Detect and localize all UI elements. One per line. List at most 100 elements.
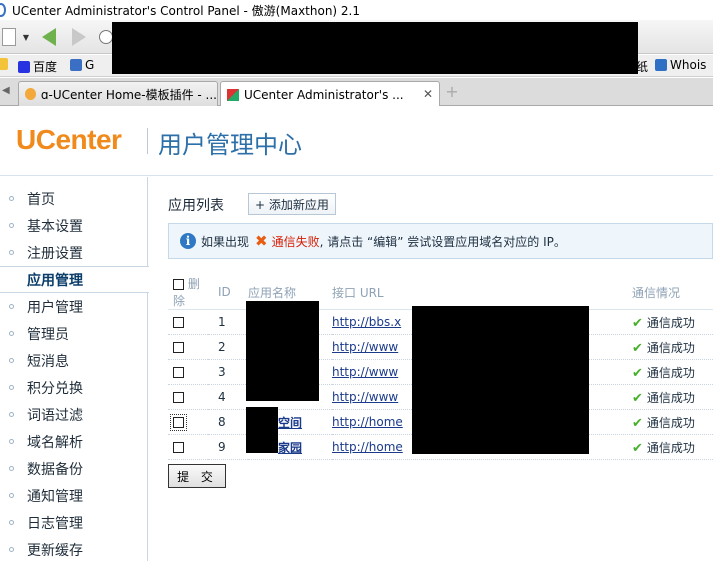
back-arrow-icon	[42, 28, 56, 46]
id-header: ID	[208, 275, 248, 310]
status-text: 通信成功	[646, 415, 695, 430]
check-icon: ✔	[632, 315, 643, 331]
row-id: 3	[208, 359, 248, 385]
row-delete-checkbox[interactable]	[173, 317, 184, 328]
ucenter-logo: UCenter	[16, 124, 122, 155]
window-title: UCenter Administrator's Control Panel - …	[12, 3, 361, 18]
bullet-icon	[9, 331, 14, 336]
app-name-link[interactable]: 家园	[278, 441, 302, 455]
status-text: 通信成功	[646, 315, 695, 330]
bullet-icon	[9, 250, 14, 255]
sidebar-item-logs[interactable]: 日志管理	[0, 509, 148, 536]
check-icon: ✔	[632, 440, 643, 456]
sidebar-item-user-management[interactable]: 用户管理	[0, 293, 148, 320]
notice-suffix: , 请点击 “编辑” 尝试设置应用域名对应的 IP。	[319, 234, 566, 249]
page-icon	[2, 28, 16, 46]
tab-favicon	[227, 88, 239, 101]
app-url-link[interactable]: http://bbs.x	[332, 315, 401, 329]
new-page-button[interactable]	[0, 26, 18, 48]
bullet-icon	[9, 223, 14, 228]
sidebar-item-label: 应用管理	[27, 272, 83, 289]
sidebar: 首页 基本设置 注册设置 应用管理 用户管理 管理员 短消息 积分兑换 词语过滤…	[0, 177, 149, 561]
notice-bar: i 如果出现 ✖ 通信失败 , 请点击 “编辑” 尝试设置应用域名对应的 IP。	[168, 223, 713, 259]
redaction-block-address	[112, 22, 638, 74]
favorite-item-google[interactable]: G	[70, 58, 94, 72]
row-delete-checkbox[interactable]	[173, 342, 184, 353]
sidebar-item-label: 通知管理	[27, 488, 83, 505]
sidebar-item-word-filter[interactable]: 词语过滤	[0, 401, 148, 428]
sidebar-item-label: 积分兑换	[27, 380, 83, 397]
page-header: UCenter 用户管理中心	[0, 106, 713, 176]
section-title: 应用列表	[168, 198, 224, 214]
app-url-link[interactable]: http://www	[332, 390, 398, 404]
sidebar-item-label: 注册设置	[27, 245, 83, 262]
check-icon: ✔	[632, 365, 643, 381]
close-icon[interactable]: ✕	[423, 87, 433, 101]
row-delete-checkbox[interactable]	[173, 442, 184, 453]
select-all-checkbox[interactable]	[173, 279, 184, 290]
bullet-icon	[9, 466, 14, 471]
favorite-item-whois[interactable]: Whois	[655, 58, 706, 72]
sidebar-item-update-cache[interactable]: 更新缓存	[0, 536, 148, 561]
new-page-dropdown[interactable]: ▼	[21, 26, 31, 48]
forward-button[interactable]	[68, 26, 90, 48]
sidebar-item-home[interactable]: 首页	[0, 185, 148, 212]
app-url-link[interactable]: http://www	[332, 365, 398, 379]
page-subtitle: 用户管理中心	[158, 131, 302, 159]
tab-scroll-left-icon[interactable]: ◀	[2, 85, 10, 96]
bullet-icon	[9, 520, 14, 525]
row-id: 4	[208, 384, 248, 410]
favorite-item-partial[interactable]	[0, 58, 8, 70]
sidebar-item-dns[interactable]: 域名解析	[0, 428, 148, 455]
back-button[interactable]	[38, 26, 60, 48]
favorite-label: Whois	[670, 58, 707, 72]
sidebar-item-notifications[interactable]: 通知管理	[0, 482, 148, 509]
sidebar-item-label: 首页	[27, 191, 55, 208]
app-url-link[interactable]: http://www	[332, 340, 398, 354]
sidebar-item-messages[interactable]: 短消息	[0, 347, 148, 374]
app-name-link[interactable]: 空间	[278, 416, 302, 430]
logo-divider	[147, 128, 148, 154]
row-delete-checkbox[interactable]	[173, 392, 184, 403]
app-url-link[interactable]: http://home	[332, 415, 403, 429]
sidebar-item-label: 词语过滤	[27, 407, 83, 424]
status-text: 通信成功	[646, 365, 695, 380]
tab-label: UCenter Administrator's ...	[244, 87, 404, 102]
favorite-label: G	[85, 58, 95, 72]
add-app-button[interactable]: + 添加新应用	[248, 193, 336, 215]
window-title-bar: UCenter Administrator's Control Panel - …	[0, 0, 713, 20]
row-id: 1	[208, 309, 248, 335]
sidebar-item-backup[interactable]: 数据备份	[0, 455, 148, 482]
notice-prefix: 如果出现	[201, 234, 250, 249]
redaction-block-urls	[412, 306, 589, 454]
redaction-block-names	[246, 301, 319, 401]
row-delete-checkbox[interactable]	[170, 414, 187, 431]
sidebar-item-credit-exchange[interactable]: 积分兑换	[0, 374, 148, 401]
bullet-icon	[9, 412, 14, 417]
bullet-icon	[9, 304, 14, 309]
bullet-icon	[9, 439, 14, 444]
redaction-block-names-small	[246, 407, 278, 453]
sidebar-item-basic-settings[interactable]: 基本设置	[0, 212, 148, 239]
tab-ucenter-home[interactable]: ɑ-UCenter Home-模板插件 - ...	[18, 81, 218, 106]
row-delete-checkbox[interactable]	[173, 367, 184, 378]
favorite-item-baidu[interactable]: 百度	[18, 58, 57, 75]
baidu-paw-icon	[18, 60, 30, 73]
new-tab-plus-icon[interactable]: +	[443, 84, 461, 102]
tab-bar: ◀ ɑ-UCenter Home-模板插件 - ... UCenter Admi…	[0, 78, 713, 107]
sidebar-item-admins[interactable]: 管理员	[0, 320, 148, 347]
favorite-icon	[0, 58, 8, 70]
tab-label: ɑ-UCenter Home-模板插件 - ...	[40, 87, 217, 102]
sidebar-item-label: 日志管理	[27, 515, 83, 532]
whois-icon	[655, 59, 667, 71]
app-url-link[interactable]: http://home	[332, 440, 403, 454]
sidebar-item-label: 域名解析	[27, 434, 83, 451]
submit-button[interactable]: 提 交	[168, 464, 226, 488]
info-icon: i	[180, 233, 196, 249]
chevron-down-icon: ▼	[22, 32, 30, 42]
sidebar-item-register-settings[interactable]: 注册设置	[0, 239, 148, 266]
bullet-icon	[9, 196, 14, 201]
tab-ucenter-admin[interactable]: UCenter Administrator's ... ✕	[220, 81, 440, 107]
sidebar-item-app-management[interactable]: 应用管理	[0, 266, 149, 293]
sidebar-item-label: 更新缓存	[27, 542, 83, 559]
